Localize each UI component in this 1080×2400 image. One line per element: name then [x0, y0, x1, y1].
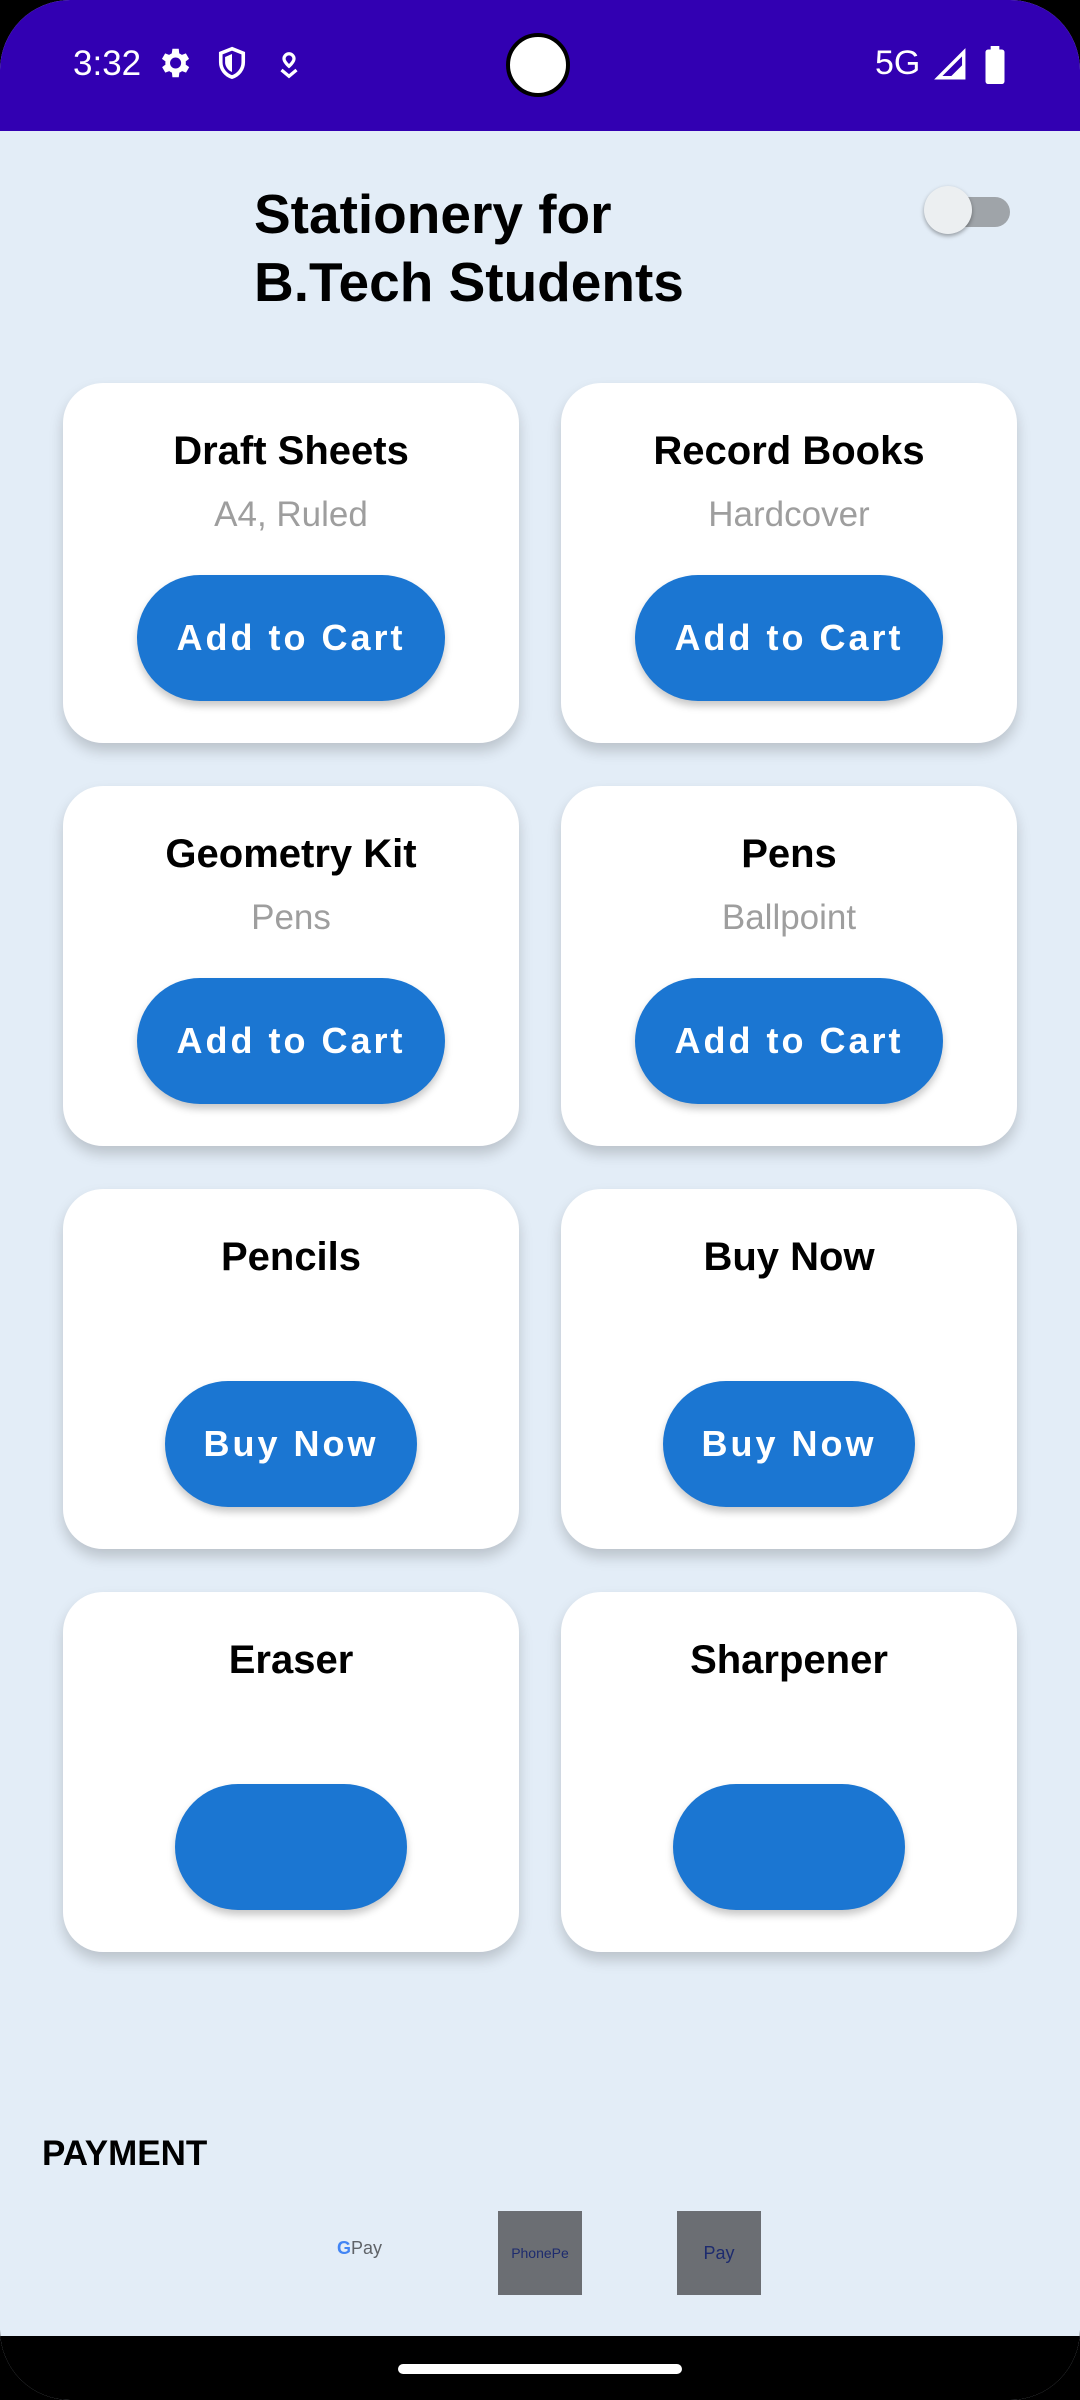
product-name: Geometry Kit	[165, 832, 417, 876]
buy-now-button[interactable]: Buy Now	[663, 1381, 915, 1507]
toggle-thumb	[924, 186, 972, 234]
status-bar: 3:32 5G	[0, 0, 1080, 131]
add-to-cart-button[interactable]: Add to Cart	[137, 575, 445, 701]
eraser-action-button[interactable]	[175, 1784, 407, 1910]
title-line-1: Stationery for	[254, 183, 612, 245]
title-line-2: B.Tech Students	[254, 251, 684, 313]
product-name: Pencils	[220, 1235, 362, 1279]
product-detail: Pens	[251, 898, 331, 937]
gear-icon	[155, 44, 193, 87]
shield-icon	[214, 44, 250, 87]
network-type: 5G	[875, 44, 921, 82]
battery-icon	[984, 46, 1006, 89]
product-name: Eraser	[228, 1638, 354, 1682]
buy-now-button[interactable]: Buy Now	[165, 1381, 417, 1507]
gpay-logo[interactable]: GPay	[337, 2238, 382, 2259]
paytm-logo[interactable]: Pay	[677, 2211, 761, 2295]
product-card-pencils: Pencils Buy Now	[63, 1189, 519, 1549]
product-name: Buy Now	[703, 1235, 875, 1279]
payment-label: PAYMENT	[42, 2134, 208, 2173]
product-card-draft-sheets: Draft Sheets A4, Ruled Add to Cart	[63, 383, 519, 743]
add-to-cart-button[interactable]: Add to Cart	[635, 978, 943, 1104]
home-gesture-handle[interactable]	[398, 2364, 682, 2374]
product-detail: Ballpoint	[721, 898, 857, 937]
gpay-g: G	[337, 2238, 352, 2258]
product-name: Sharpener	[690, 1638, 888, 1682]
add-to-cart-button[interactable]: Add to Cart	[137, 978, 445, 1104]
product-card-eraser: Eraser	[63, 1592, 519, 1952]
product-name: Record Books	[653, 429, 925, 473]
location-icon	[274, 50, 304, 85]
product-name: Draft Sheets	[173, 429, 409, 473]
product-detail: A4, Ruled	[214, 495, 368, 534]
gpay-text: Pay	[351, 2238, 383, 2258]
product-card-record-books: Record Books Hardcover Add to Cart	[561, 383, 1017, 743]
theme-toggle[interactable]	[924, 186, 1010, 234]
add-to-cart-button[interactable]: Add to Cart	[635, 575, 943, 701]
camera-cutout	[506, 33, 570, 97]
app-screen: 3:32 5G Stationery for B.Tech Students D…	[0, 0, 1080, 2400]
product-detail: Hardcover	[708, 495, 870, 534]
product-card-sharpener: Sharpener	[561, 1592, 1017, 1952]
signal-icon	[934, 48, 968, 87]
page-title: Stationery for B.Tech Students	[254, 180, 814, 316]
sharpener-action-button[interactable]	[673, 1784, 905, 1910]
product-card-geometry-kit: Geometry Kit Pens Add to Cart	[63, 786, 519, 1146]
product-name: Pens	[741, 832, 837, 876]
status-time: 3:32	[73, 44, 142, 83]
product-card-buy-now: Buy Now Buy Now	[561, 1189, 1017, 1549]
phonepe-text: PhonePe	[511, 2245, 569, 2261]
product-card-pens: Pens Ballpoint Add to Cart	[561, 786, 1017, 1146]
paytm-text: Pay	[703, 2242, 735, 2263]
phonepe-logo[interactable]: PhonePe	[498, 2211, 582, 2295]
